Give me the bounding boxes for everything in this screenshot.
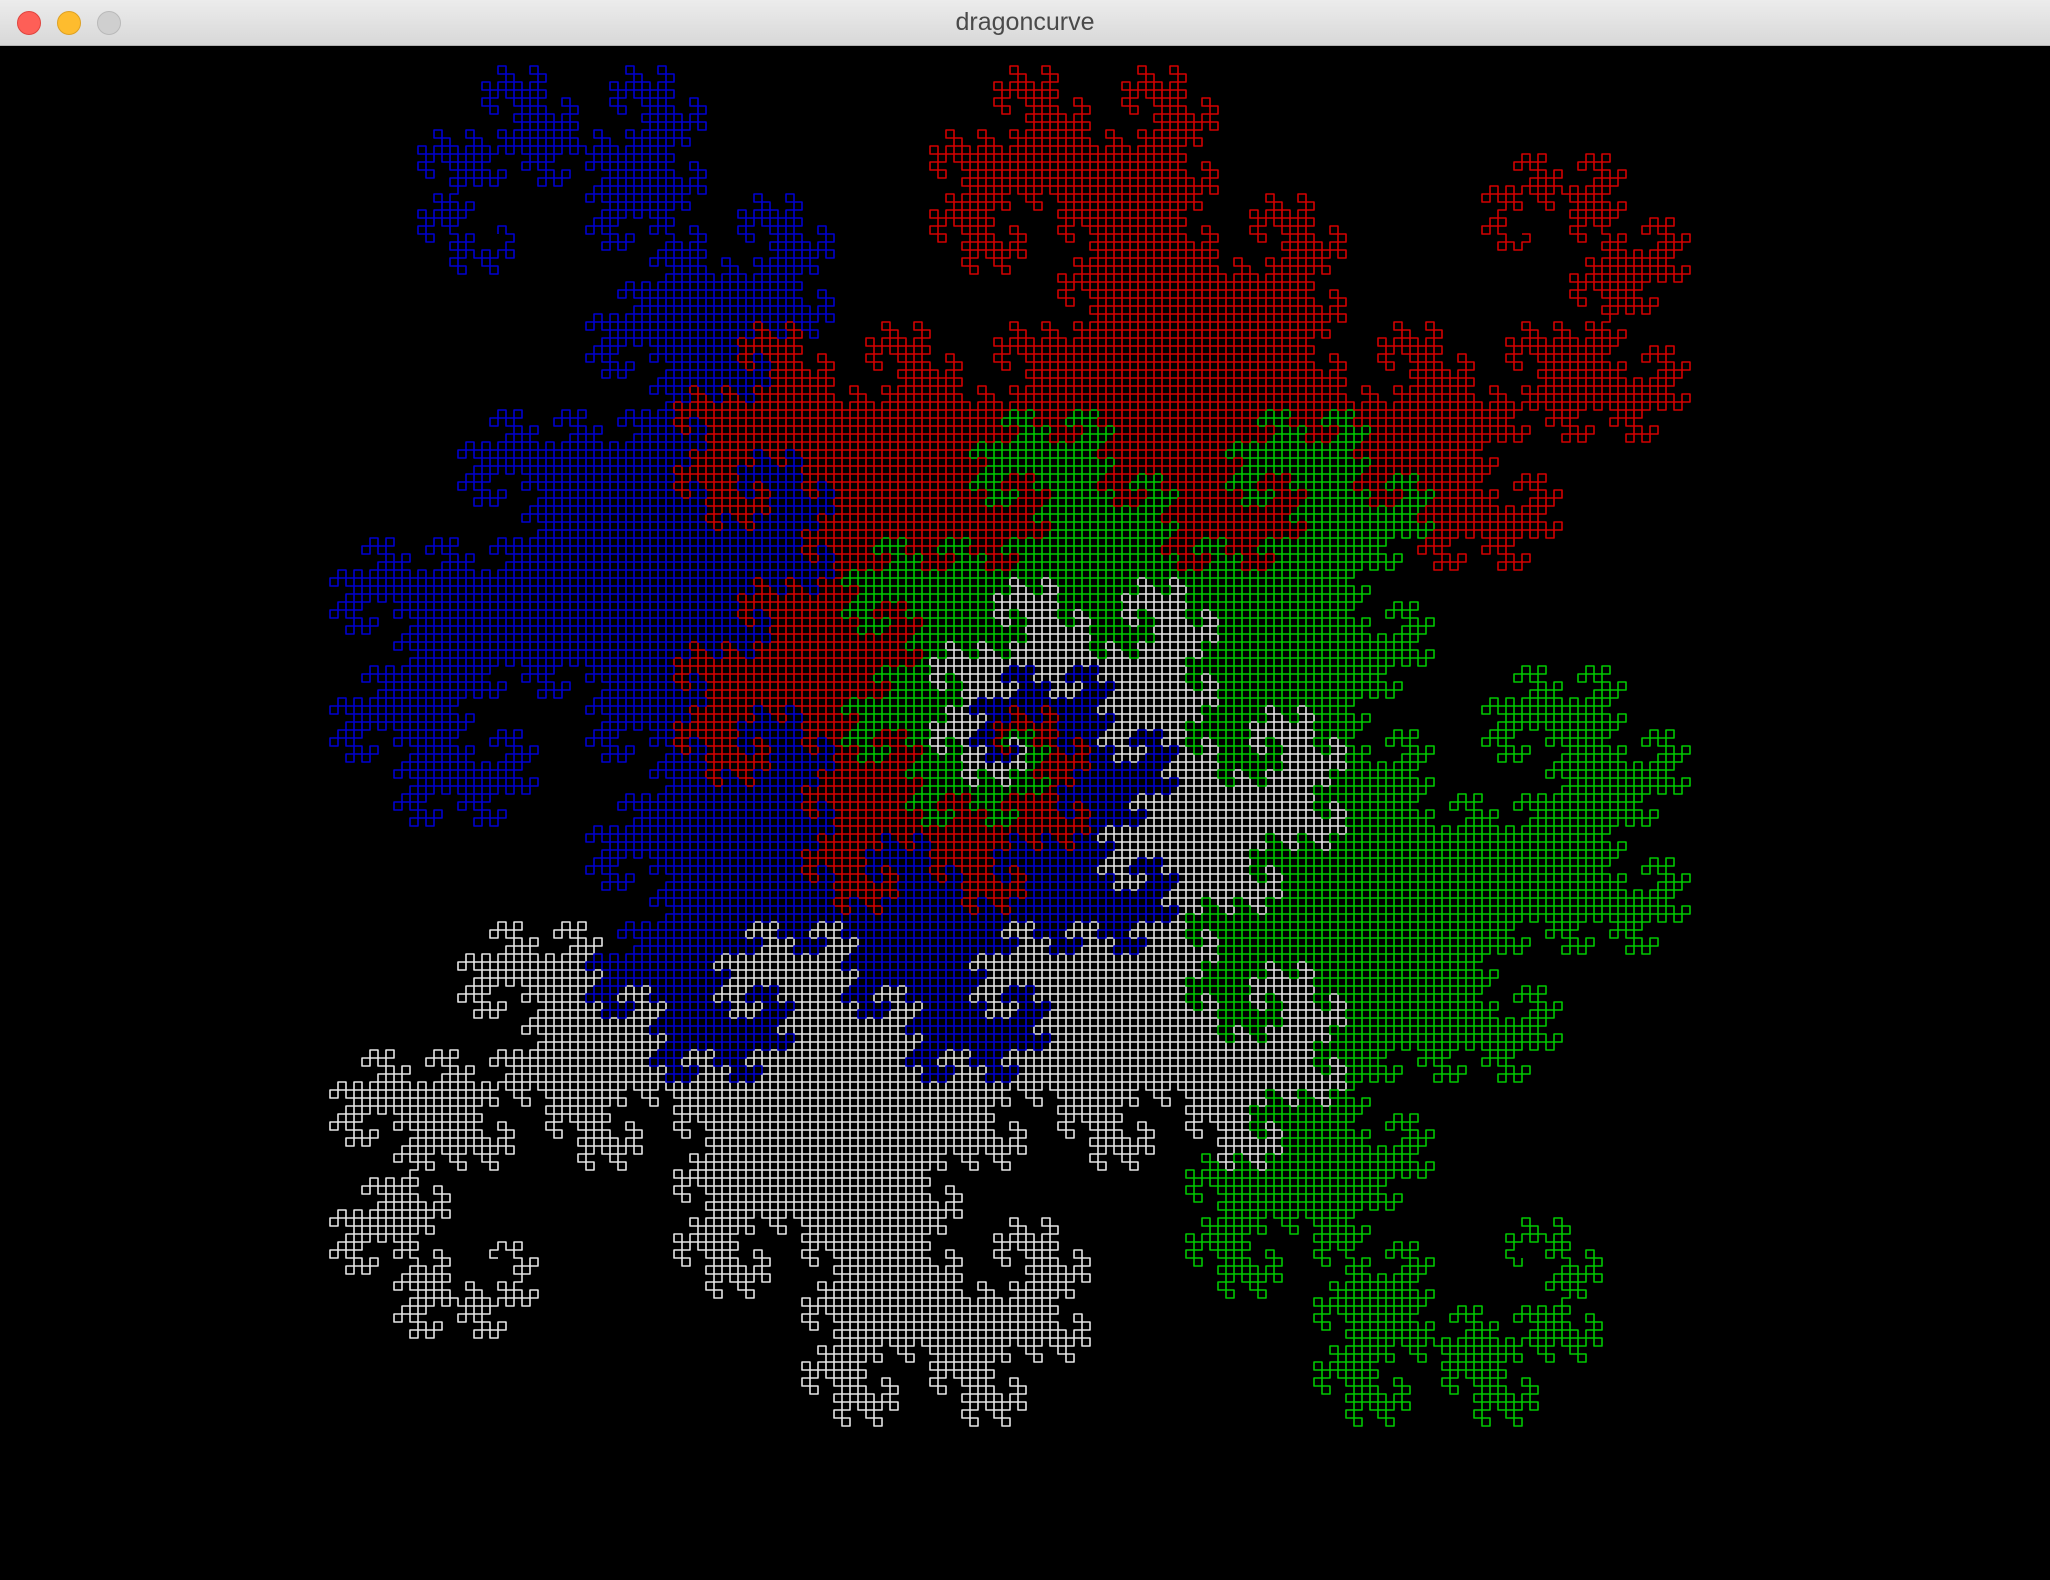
drawing-canvas — [0, 46, 2050, 1580]
app-window: dragoncurve — [0, 0, 2050, 1580]
title-bar[interactable]: dragoncurve — [0, 0, 2050, 46]
window-title: dragoncurve — [955, 8, 1095, 36]
dragon-curve-drawing — [329, 65, 1691, 1427]
curve-group — [329, 65, 1691, 1427]
